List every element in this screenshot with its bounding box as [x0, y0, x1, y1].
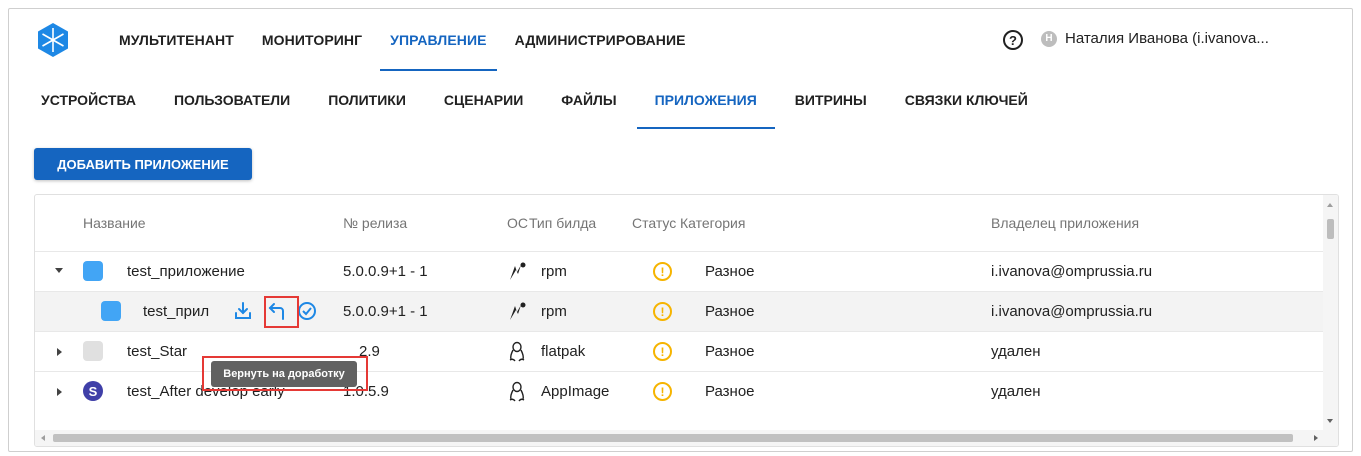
download-icon[interactable] [233, 301, 253, 321]
tab-applications[interactable]: ПРИЛОЖЕНИЯ [636, 71, 776, 129]
user-menu[interactable]: Н Наталия Иванова (i.ivanova... [1041, 30, 1269, 47]
vertical-scroll-thumb[interactable] [1327, 219, 1334, 239]
app-icon [83, 261, 103, 281]
logo-icon[interactable] [35, 22, 71, 58]
tab-files[interactable]: ФАЙЛЫ [561, 71, 616, 129]
nav-multitenant[interactable]: МУЛЬТИТЕНАНТ [109, 9, 244, 71]
owner: удален [991, 343, 1041, 360]
nav-administration[interactable]: АДМИНИСТРИРОВАНИЕ [505, 9, 696, 71]
app-name[interactable]: test_прил [143, 303, 209, 320]
category: Разное [705, 343, 755, 360]
app-icon [83, 341, 103, 361]
owner: i.ivanova@omprussia.ru [991, 303, 1153, 320]
tooltip: Вернуть на доработку [211, 361, 357, 387]
add-application-button[interactable]: ДОБАВИТЬ ПРИЛОЖЕНИЕ [34, 148, 252, 180]
scroll-right-icon[interactable] [1314, 435, 1318, 441]
header-name[interactable]: Название [83, 215, 146, 231]
category: Разное [705, 263, 755, 280]
app-name[interactable]: test_приложение [127, 263, 245, 280]
release: 5.0.0.9+1 - 1 [343, 263, 428, 280]
category: Разное [705, 303, 755, 320]
tab-devices[interactable]: УСТРОЙСТВА [41, 71, 136, 129]
warning-status-icon: ! [653, 262, 672, 281]
app-icon: S [83, 381, 103, 401]
linux-tux-icon [509, 381, 525, 402]
tab-users[interactable]: ПОЛЬЗОВАТЕЛИ [174, 71, 290, 129]
app-window: МУЛЬТИТЕНАНТ МОНИТОРИНГ УПРАВЛЕНИЕ АДМИН… [8, 8, 1353, 452]
table-row[interactable]: test_приложение 5.0.0.9+1 - 1 rpm ! Разн… [35, 251, 1325, 291]
header-status[interactable]: Статус [632, 215, 676, 231]
avatar: Н [1041, 30, 1057, 47]
build-type: flatpak [541, 343, 586, 360]
help-icon[interactable]: ? [1003, 30, 1023, 50]
header-build-type[interactable]: Тип билда [529, 215, 596, 231]
release: 5.0.0.9+1 - 1 [343, 303, 428, 320]
tab-keychains[interactable]: СВЯЗКИ КЛЮЧЕЙ [905, 71, 1028, 129]
approve-icon[interactable] [297, 301, 317, 321]
scroll-down-icon[interactable] [1327, 419, 1333, 423]
build-type: rpm [541, 303, 567, 320]
linux-tux-icon [509, 341, 525, 362]
vertical-scrollbar[interactable] [1323, 195, 1338, 431]
tab-policies[interactable]: ПОЛИТИКИ [328, 71, 406, 129]
top-navigation: МУЛЬТИТЕНАНТ МОНИТОРИНГ УПРАВЛЕНИЕ АДМИН… [109, 9, 704, 71]
app-name[interactable]: test_Star [127, 343, 187, 360]
applications-table: Название № релиза ОС Тип билда Статус Ка… [34, 194, 1339, 447]
header-release[interactable]: № релиза [343, 215, 407, 231]
aurora-os-icon [510, 262, 526, 280]
header-os[interactable]: ОС [507, 215, 528, 231]
nav-management[interactable]: УПРАВЛЕНИЕ [380, 9, 498, 71]
header-owner[interactable]: Владелец приложения [991, 215, 1139, 231]
warning-status-icon: ! [653, 342, 672, 361]
warning-status-icon: ! [653, 302, 672, 321]
aurora-os-icon [510, 302, 526, 320]
highlight-box [264, 296, 299, 328]
user-name: Наталия Иванова (i.ivanova... [1065, 30, 1269, 47]
tab-scenarios[interactable]: СЦЕНАРИИ [444, 71, 523, 129]
app-icon [101, 301, 121, 321]
table-row[interactable]: test_прил 5.0.0.9+1 - 1 rpm ! Разное i.i… [35, 291, 1325, 331]
build-type: AppImage [541, 383, 610, 400]
top-bar: МУЛЬТИТЕНАНТ МОНИТОРИНГ УПРАВЛЕНИЕ АДМИН… [9, 9, 1352, 71]
horizontal-scroll-thumb[interactable] [53, 434, 1293, 442]
build-type: rpm [541, 263, 567, 280]
sub-navigation: УСТРОЙСТВА ПОЛЬЗОВАТЕЛИ ПОЛИТИКИ СЦЕНАРИ… [41, 71, 1066, 129]
expand-icon[interactable] [57, 348, 62, 356]
nav-monitoring[interactable]: МОНИТОРИНГ [252, 9, 372, 71]
category: Разное [705, 383, 755, 400]
scroll-left-icon[interactable] [41, 435, 45, 441]
owner: удален [991, 383, 1041, 400]
collapse-icon[interactable] [55, 268, 63, 273]
expand-icon[interactable] [57, 388, 62, 396]
header-category[interactable]: Категория [680, 215, 745, 231]
warning-status-icon: ! [653, 382, 672, 401]
scroll-up-icon[interactable] [1327, 203, 1333, 207]
tab-storefronts[interactable]: ВИТРИНЫ [795, 71, 867, 129]
owner: i.ivanova@omprussia.ru [991, 263, 1153, 280]
horizontal-scrollbar[interactable] [35, 430, 1338, 446]
table-header: Название № релиза ОС Тип билда Статус Ка… [35, 195, 1338, 251]
